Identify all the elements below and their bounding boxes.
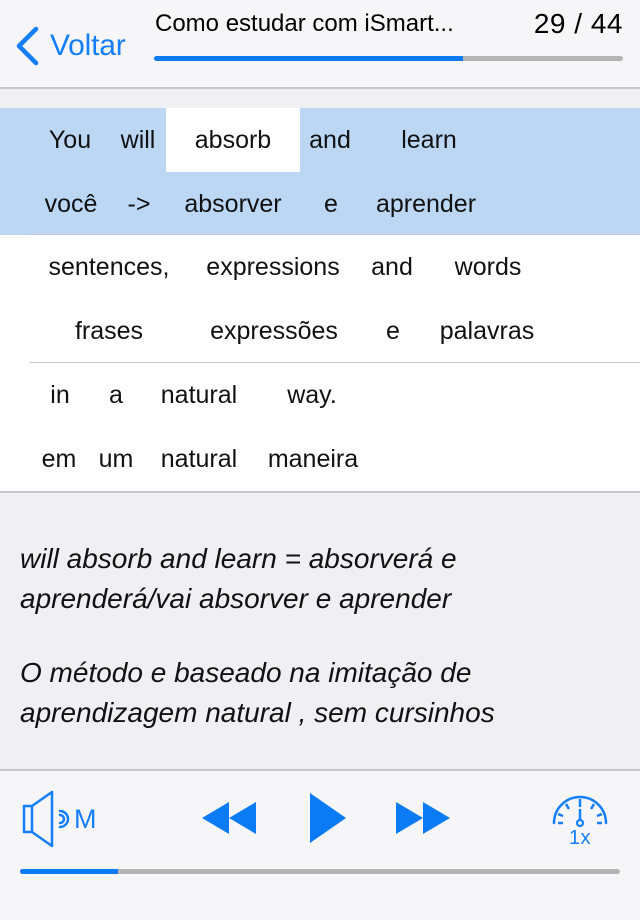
back-label: Voltar (50, 29, 126, 62)
translation-word: palavras (439, 316, 535, 345)
english-line: in a natural way. (0, 363, 640, 427)
translation-word: um (98, 444, 134, 473)
header-spacer (0, 89, 640, 108)
word[interactable]: natural (150, 363, 248, 427)
rewind-button[interactable] (198, 793, 264, 843)
translation-word: e (324, 189, 338, 218)
play-icon (310, 793, 346, 843)
fast-forward-button[interactable] (392, 793, 458, 843)
word[interactable]: in (44, 363, 76, 427)
word[interactable]: and (300, 108, 360, 172)
word[interactable]: You (36, 108, 104, 172)
current-word[interactable]: absorb (166, 108, 300, 172)
note-text: O método e baseado na imitação de aprend… (20, 657, 495, 728)
translation-word: aprender (375, 189, 477, 218)
translation-word: em (41, 444, 77, 473)
sentence-row[interactable]: in a natural way. em um natural maneira (0, 363, 640, 491)
chevron-left-icon (16, 26, 39, 66)
word[interactable]: and (364, 235, 420, 299)
audio-player: M 1x (0, 769, 640, 920)
word[interactable]: learn (382, 108, 476, 172)
translation-word: você (44, 189, 98, 218)
nav-header: Voltar Como estudar com iSmart... 29 / 4… (0, 0, 640, 89)
word[interactable]: a (104, 363, 128, 427)
translation-word: absorver (184, 189, 282, 218)
portuguese-line: em um natural maneira (0, 427, 640, 491)
translation-word: expressões (210, 316, 338, 345)
lesson-title: Como estudar com iSmart... (155, 10, 454, 37)
word[interactable]: expressions (192, 235, 354, 299)
note-text: will absorb and learn = absorverá e apre… (20, 543, 457, 614)
volume-button[interactable]: M (20, 789, 110, 849)
speed-label: 1x (568, 827, 592, 849)
word[interactable]: sentences, (36, 235, 182, 299)
word[interactable]: words (444, 235, 532, 299)
notes-panel: will absorb and learn = absorverá e apre… (0, 491, 640, 769)
audio-progress-bar[interactable] (20, 869, 620, 874)
sentence-row[interactable]: You will absorb and learn você -> absorv… (0, 108, 640, 235)
portuguese-line: frases expressões e palavras (0, 299, 640, 363)
portuguese-line: você -> absorver e aprender (0, 172, 640, 236)
translation-word: frases (74, 316, 144, 345)
back-button[interactable]: Voltar (14, 24, 126, 68)
english-line: You will absorb and learn (0, 108, 640, 172)
sentence-list: You will absorb and learn você -> absorv… (0, 108, 640, 491)
lesson-counter: 29 / 44 (533, 8, 623, 39)
lesson-progress-bar (154, 56, 623, 61)
play-button[interactable] (300, 789, 350, 847)
translation-word: maneira (267, 444, 359, 473)
word[interactable]: way. (280, 363, 344, 427)
lesson-progress-fill (154, 56, 464, 61)
playback-speed-button[interactable]: 1x (548, 787, 612, 851)
translation-word: -> (127, 189, 151, 218)
volume-label: M (74, 804, 97, 834)
audio-progress-fill (20, 869, 118, 874)
translation-word: e (386, 316, 400, 345)
speaker-icon (22, 790, 70, 848)
word[interactable]: will (108, 108, 168, 172)
sentence-row[interactable]: sentences, expressions and words frases … (0, 235, 640, 363)
rewind-icon (202, 802, 256, 834)
fast-forward-icon (396, 802, 450, 834)
translation-word: natural (160, 444, 238, 473)
english-line: sentences, expressions and words (0, 235, 640, 299)
